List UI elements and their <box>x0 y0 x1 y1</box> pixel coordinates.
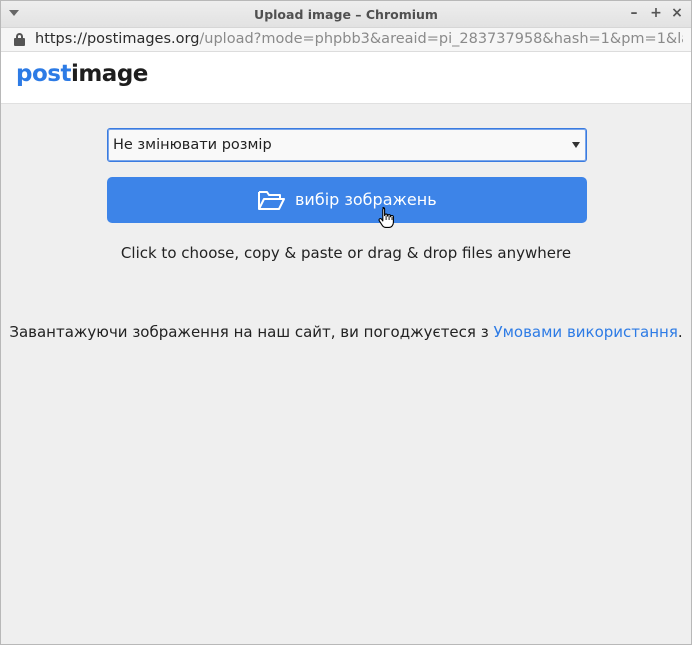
terms-text: Завантажуючи зображення на наш сайт, ви … <box>1 323 691 341</box>
lock-icon[interactable] <box>14 33 25 46</box>
maximize-button[interactable]: + <box>647 4 665 22</box>
resize-select[interactable]: Не змінювати розмір <box>107 128 587 162</box>
resize-select-value: Не змінювати розмір <box>113 137 272 153</box>
url-path: /upload?mode=phpbb3&areaid=pi_283737958&… <box>199 31 683 47</box>
upload-area[interactable]: Не змінювати розмір вибір зображень Clic… <box>1 105 691 644</box>
hand-pointer-icon <box>378 206 394 228</box>
terms-sentence: Завантажуючи зображення на наш сайт, ви … <box>9 323 494 341</box>
url-host: https://postimages.org <box>35 31 200 47</box>
choose-images-label: вибір зображень <box>295 190 437 209</box>
site-header: postimage <box>1 52 691 104</box>
terms-end: . <box>677 323 683 341</box>
dropdown-arrow-icon <box>572 142 580 148</box>
close-button[interactable]: × <box>668 4 686 22</box>
window-title: Upload image – Chromium <box>254 7 438 22</box>
logo-part-post: post <box>16 61 71 87</box>
address-bar[interactable]: https://postimages.org/upload?mode=phpbb… <box>1 28 691 52</box>
upload-hint: Click to choose, copy & paste or drag & … <box>120 244 572 262</box>
url-text[interactable]: https://postimages.org/upload?mode=phpbb… <box>35 31 683 47</box>
choose-images-button[interactable]: вибір зображень <box>107 177 587 223</box>
minimize-button[interactable]: – <box>625 4 643 22</box>
postimage-logo[interactable]: postimage <box>16 61 148 87</box>
logo-part-image: image <box>70 61 148 87</box>
title-bar: Upload image – Chromium – + × <box>1 1 691 28</box>
terms-link[interactable]: Умовами використання <box>493 323 677 341</box>
browser-window: Upload image – Chromium – + × https://po… <box>0 0 692 645</box>
folder-open-icon <box>258 191 285 210</box>
